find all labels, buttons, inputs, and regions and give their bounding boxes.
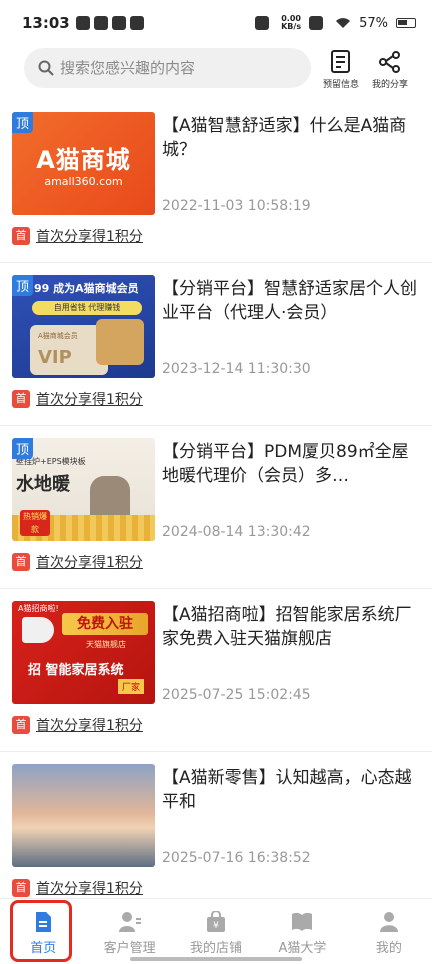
notification-icon: [75, 16, 90, 30]
first-badge: 首: [12, 716, 30, 734]
pinned-badge: 顶: [12, 112, 34, 133]
thumb-text: A猫商城: [36, 145, 131, 174]
net-speed: 0.00 KB/s: [281, 14, 302, 31]
search-row: 预留信息 我的分享: [0, 48, 432, 94]
reserve-info-label: 预留信息: [322, 80, 359, 90]
thumb-text: VIP: [38, 347, 72, 368]
tab-label: 客户管理: [103, 941, 156, 956]
bottom-tab-bar: 首页 客户管理 ¥ 我的店铺 A猫大学 我的: [0, 898, 432, 964]
article-title: 【分销平台】PDM厦贝89㎡全屋地暖代理价（会员）多…: [162, 442, 409, 486]
article-card[interactable]: 【A猫新零售】认知越高，心态越平和 2025-07-16 16:38:52 首 …: [0, 752, 432, 915]
megaphone-icon: [22, 617, 54, 643]
tab-amao-university[interactable]: A猫大学: [259, 899, 345, 964]
article-card[interactable]: 顶 99 成为A猫商城会员 自用省钱 代理赚钱 A猫商城会员 VIP 【分销平台…: [0, 263, 432, 426]
thumb-text: 厂家: [118, 679, 145, 694]
tab-customer-management[interactable]: 客户管理: [86, 899, 172, 964]
article-card[interactable]: A猫招商啦! 免费入驻 天猫旗舰店 招 智能家居系统 厂家 【A猫招商啦】招智能…: [0, 589, 432, 752]
battery-percent: 57%: [359, 15, 388, 31]
status-right: 0.00 KB/s 57%: [255, 15, 416, 31]
article-thumbnail: 顶 99 成为A猫商城会员 自用省钱 代理赚钱 A猫商城会员 VIP: [12, 275, 155, 378]
article-date: 2023-12-14 11:30:30: [162, 361, 311, 377]
tab-label: 首页: [30, 941, 57, 956]
my-share-label: 我的分享: [371, 80, 408, 90]
book-icon: [292, 912, 313, 931]
tab-label: 我的: [375, 941, 402, 956]
pinned-badge: 顶: [12, 438, 34, 459]
article-title: 【分销平台】智慧舒适家居个人创业平台（代理人·会员）: [162, 279, 417, 323]
vibrate-icon: [255, 16, 270, 30]
status-bar: 13:03 0.00 KB/s 57%: [0, 0, 432, 46]
sim-icon: [309, 16, 324, 30]
article-thumbnail: A猫招商啦! 免费入驻 天猫旗舰店 招 智能家居系统 厂家: [12, 601, 155, 704]
first-badge: 首: [12, 879, 30, 897]
first-badge: 首: [12, 227, 30, 245]
tab-home[interactable]: 首页: [0, 899, 86, 964]
battery-icon: [396, 18, 416, 28]
share-reward-text: 首次分享得1积分: [36, 555, 143, 571]
share-reward-link[interactable]: 首 首次分享得1积分: [12, 389, 143, 409]
first-badge: 首: [12, 390, 30, 408]
share-reward-text: 首次分享得1积分: [36, 392, 143, 408]
person-icon: [379, 912, 398, 932]
tab-mine[interactable]: 我的: [346, 899, 432, 964]
thumb-text: 自用省钱 代理赚钱: [32, 301, 142, 315]
gift-bag-image: [96, 319, 144, 365]
thumb-text: 99 成为A猫商城会员: [34, 282, 139, 295]
wifi-icon: [336, 18, 351, 28]
search-icon: [38, 60, 54, 76]
svg-text:¥: ¥: [213, 921, 219, 931]
share-reward-link[interactable]: 首 首次分享得1积分: [12, 552, 143, 572]
shop-icon: ¥: [207, 911, 226, 932]
reserve-info-button[interactable]: 预留信息: [316, 50, 366, 90]
share-reward-text: 首次分享得1积分: [36, 881, 143, 897]
article-thumbnail: [12, 764, 155, 867]
article-card[interactable]: 顶 A猫商城 amall360.com 【A猫智慧舒适家】什么是A猫商城？ 20…: [0, 100, 432, 263]
article-thumbnail: 顶 A猫商城 amall360.com: [12, 112, 155, 215]
notification-icon: [129, 16, 144, 30]
thumb-text: 热销爆款: [20, 510, 50, 536]
article-title: 【A猫新零售】认知越高，心态越平和: [162, 768, 412, 812]
thumb-text: 免费入驻: [62, 613, 148, 635]
pinned-badge: 顶: [12, 275, 34, 296]
article-feed: 顶 A猫商城 amall360.com 【A猫智慧舒适家】什么是A猫商城？ 20…: [0, 100, 432, 915]
tab-my-shop[interactable]: ¥ 我的店铺: [173, 899, 259, 964]
thumb-text: A猫招商啦!: [18, 604, 59, 613]
document-edit-icon: [331, 50, 350, 73]
search-input[interactable]: [60, 59, 290, 77]
thumb-text: 水地暖: [16, 474, 70, 495]
thumb-text: 天猫旗舰店: [86, 640, 126, 649]
thumb-text: A猫商城会员: [38, 332, 78, 340]
share-icon: [379, 51, 400, 73]
article-card[interactable]: 顶 壁挂炉+EPS模块板 水地暖 热销爆款 【分销平台】PDM厦贝89㎡全屋地暖…: [0, 426, 432, 589]
share-reward-link[interactable]: 首 首次分享得1积分: [12, 226, 143, 246]
share-reward-link[interactable]: 首 首次分享得1积分: [12, 715, 143, 735]
share-reward-link[interactable]: 首 首次分享得1积分: [12, 878, 143, 898]
article-date: 2024-08-14 13:30:42: [162, 524, 311, 540]
tab-label: 我的店铺: [190, 941, 243, 956]
article-date: 2025-07-16 16:38:52: [162, 850, 311, 866]
article-title: 【A猫招商啦】招智能家居系统厂家免费入驻天猫旗舰店: [162, 605, 412, 649]
first-badge: 首: [12, 553, 30, 571]
notification-icon: [93, 16, 108, 30]
article-date: 2025-07-25 15:02:45: [162, 687, 311, 703]
document-icon: [36, 912, 52, 932]
article-title: 【A猫智慧舒适家】什么是A猫商城？: [162, 116, 407, 160]
article-thumbnail: 顶 壁挂炉+EPS模块板 水地暖 热销爆款: [12, 438, 155, 541]
customer-icon: [118, 912, 141, 932]
thumb-text: amall360.com: [44, 174, 123, 188]
status-time: 13:03: [22, 14, 70, 32]
my-share-button[interactable]: 我的分享: [365, 50, 415, 90]
share-reward-text: 首次分享得1积分: [36, 229, 143, 245]
home-indicator: [130, 957, 302, 961]
thumb-text: 招 智能家居系统: [28, 663, 124, 678]
notification-icon: [111, 16, 126, 30]
search-bar[interactable]: [24, 48, 311, 88]
tab-label: A猫大学: [278, 941, 327, 956]
article-date: 2022-11-03 10:58:19: [162, 198, 311, 214]
share-reward-text: 首次分享得1积分: [36, 718, 143, 734]
